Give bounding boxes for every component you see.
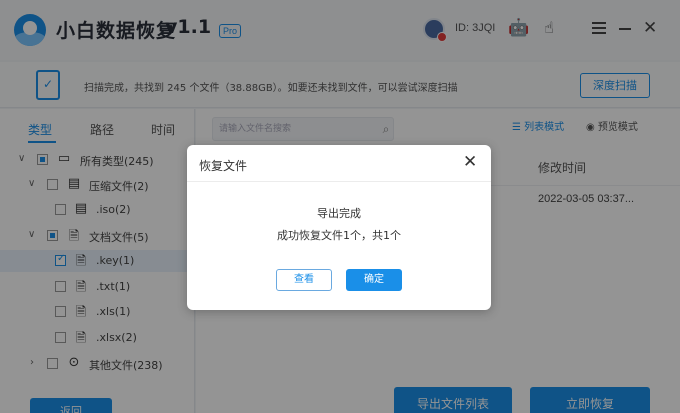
dialog-message-title: 导出完成 [317, 207, 361, 220]
divider [187, 181, 491, 182]
dialog-title: 恢复文件 [199, 159, 248, 173]
recover-result-dialog: 恢复文件 ✕ 导出完成 成功恢复文件1个，共1个 查看 确定 [187, 145, 491, 310]
close-icon[interactable]: ✕ [463, 151, 477, 173]
confirm-button[interactable]: 确定 [346, 269, 402, 291]
dialog-message-detail: 成功恢复文件1个，共1个 [277, 229, 401, 242]
view-button[interactable]: 查看 [276, 269, 332, 291]
